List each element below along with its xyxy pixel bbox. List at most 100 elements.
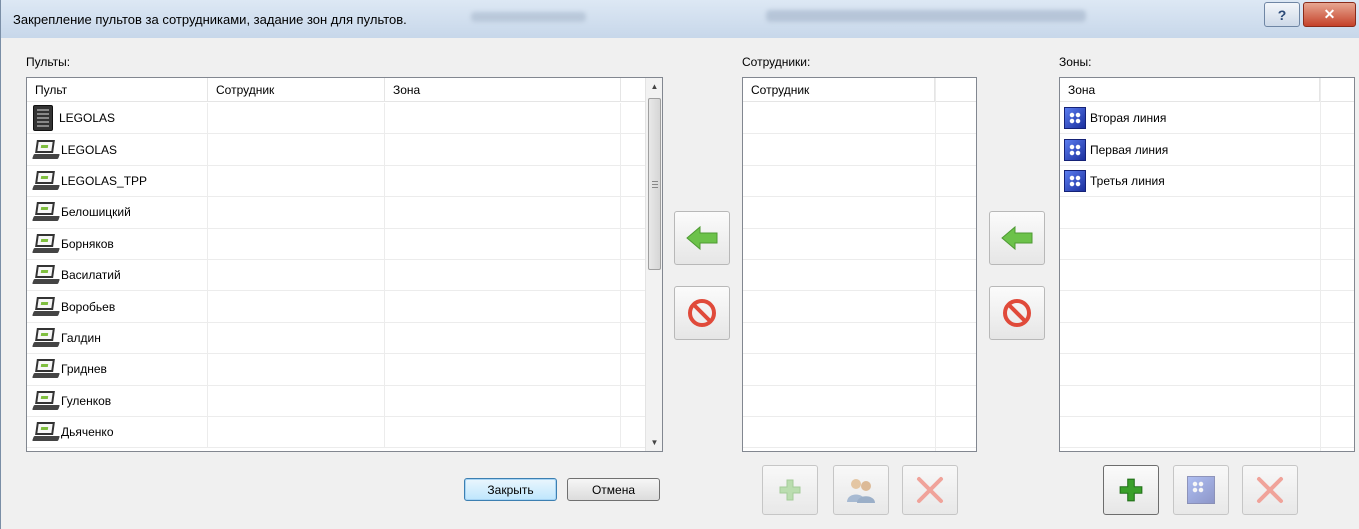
employees-table[interactable]: Сотрудник <box>742 77 977 452</box>
console-employee-cell[interactable] <box>208 385 385 416</box>
table-row[interactable]: Первая линия <box>1060 134 1354 166</box>
add-employee-button[interactable] <box>762 465 818 515</box>
zone-icon <box>1064 138 1086 161</box>
console-zone-cell[interactable] <box>385 228 621 259</box>
console-employee-cell[interactable] <box>208 103 385 134</box>
console-employee-cell[interactable] <box>208 134 385 165</box>
console-name-cell[interactable]: LEGOLAS_TPP <box>27 165 208 197</box>
console-employee-cell[interactable] <box>208 165 385 197</box>
console-zone-cell[interactable] <box>385 322 621 354</box>
console-name-cell[interactable]: Гуленков <box>27 385 208 416</box>
console-zone-cell[interactable] <box>385 354 621 385</box>
arrow-left-icon <box>1001 225 1033 251</box>
console-employee-cell[interactable] <box>208 291 385 322</box>
zone-name-cell[interactable]: Третья линия <box>1060 166 1320 196</box>
table-row[interactable]: Белошицкий <box>27 197 646 229</box>
cancel-button[interactable]: Отмена <box>567 478 660 501</box>
zone-name: Вторая линия <box>1090 111 1167 126</box>
column-header-console[interactable]: Пульт <box>27 78 208 102</box>
scroll-up-arrow-icon[interactable]: ▲ <box>646 78 662 95</box>
add-zone-button[interactable] <box>1103 465 1159 515</box>
consoles-label: Пульты: <box>26 55 71 69</box>
column-header-zone[interactable]: Зона <box>1060 78 1320 102</box>
consoles-table-header: Пульт Сотрудник Зона <box>27 78 646 102</box>
empty-row <box>1060 354 1354 386</box>
empty-row <box>1060 197 1354 229</box>
console-employee-cell[interactable] <box>208 197 385 228</box>
table-row[interactable]: LEGOLAS <box>27 134 646 166</box>
table-row[interactable]: Вторая линия <box>1060 103 1354 135</box>
console-name-cell[interactable]: Гриднев <box>27 354 208 385</box>
laptop-icon <box>32 264 60 286</box>
scroll-down-arrow-icon[interactable]: ▼ <box>646 434 662 451</box>
console-employee-cell[interactable] <box>208 228 385 259</box>
table-row[interactable]: Галдин <box>27 322 646 355</box>
laptop-icon <box>32 170 60 192</box>
blurred-background-text <box>766 10 1086 22</box>
delete-employee-button[interactable] <box>902 465 958 515</box>
console-zone-cell[interactable] <box>385 134 621 165</box>
console-zone-cell[interactable] <box>385 103 621 134</box>
assign-zone-button[interactable] <box>989 211 1045 265</box>
table-row[interactable]: Борняков <box>27 228 646 260</box>
console-name-cell[interactable]: Белошицкий <box>27 197 208 228</box>
empty-row <box>743 134 976 166</box>
console-zone-cell[interactable] <box>385 291 621 322</box>
table-row[interactable]: Воробьев <box>27 291 646 323</box>
console-name-cell[interactable]: LEGOLAS <box>27 134 208 165</box>
column-header-zone[interactable]: Зона <box>385 78 621 102</box>
empty-row <box>743 103 976 135</box>
console-zone-cell[interactable] <box>385 385 621 416</box>
consoles-table[interactable]: Пульт Сотрудник Зона LEGOLAS LEGOLAS LEGOL… <box>26 77 663 452</box>
console-name: Галдин <box>61 330 101 345</box>
table-row[interactable]: Дьяченко <box>27 416 646 449</box>
table-row[interactable]: Гуленков <box>27 385 646 417</box>
consoles-scrollbar[interactable]: ▲ ▼ <box>645 78 662 451</box>
empty-row <box>1060 229 1354 260</box>
scroll-thumb[interactable] <box>648 98 661 270</box>
table-row[interactable]: LEGOLAS_TPP <box>27 165 646 198</box>
edit-zone-button[interactable] <box>1173 465 1229 515</box>
close-window-button[interactable]: ✕ <box>1303 2 1356 27</box>
zone-name-cell[interactable]: Вторая линия <box>1060 103 1320 133</box>
console-name: Гуленков <box>61 393 112 408</box>
zones-table[interactable]: Зона Вторая линия Первая линия Третья лини… <box>1059 77 1355 452</box>
console-name-cell[interactable]: Василатий <box>27 259 208 291</box>
console-zone-cell[interactable] <box>385 197 621 228</box>
laptop-icon <box>32 233 60 255</box>
table-row[interactable]: LEGOLAS <box>27 103 646 135</box>
column-header-employee[interactable]: Сотрудник <box>743 78 935 102</box>
laptop-icon <box>32 296 60 318</box>
console-zone-cell[interactable] <box>385 165 621 197</box>
console-zone-cell[interactable] <box>385 259 621 291</box>
unassign-employee-button[interactable] <box>674 286 730 340</box>
zones-rows: Вторая линия Первая линия Третья линия <box>1060 103 1354 449</box>
help-button[interactable]: ? <box>1264 2 1300 27</box>
table-row[interactable]: Третья линия <box>1060 166 1354 198</box>
console-employee-cell[interactable] <box>208 322 385 354</box>
console-zone-cell[interactable] <box>385 416 621 448</box>
table-row[interactable]: Василатий <box>27 259 646 292</box>
dialog-window: Закрепление пультов за сотрудниками, зад… <box>0 0 1359 529</box>
console-employee-cell[interactable] <box>208 354 385 385</box>
close-button[interactable]: Закрыть <box>464 478 557 501</box>
console-name-cell[interactable]: LEGOLAS <box>27 103 208 134</box>
console-employee-cell[interactable] <box>208 259 385 291</box>
empty-row <box>743 291 976 323</box>
assign-employee-button[interactable] <box>674 211 730 265</box>
column-header-employee[interactable]: Сотрудник <box>208 78 385 102</box>
empty-row <box>1060 291 1354 323</box>
edit-employee-button[interactable] <box>833 465 889 515</box>
console-name-cell[interactable]: Борняков <box>27 228 208 259</box>
table-row[interactable]: Гриднев <box>27 354 646 386</box>
delete-zone-button[interactable] <box>1242 465 1298 515</box>
console-employee-cell[interactable] <box>208 416 385 448</box>
console-name-cell[interactable]: Галдин <box>27 322 208 354</box>
console-name-cell[interactable]: Дьяченко <box>27 416 208 448</box>
empty-row <box>1060 386 1354 417</box>
zone-name-cell[interactable]: Первая линия <box>1060 134 1320 164</box>
console-name: Василатий <box>61 268 121 283</box>
console-name-cell[interactable]: Воробьев <box>27 291 208 322</box>
unassign-zone-button[interactable] <box>989 286 1045 340</box>
plus-icon <box>1119 478 1143 502</box>
